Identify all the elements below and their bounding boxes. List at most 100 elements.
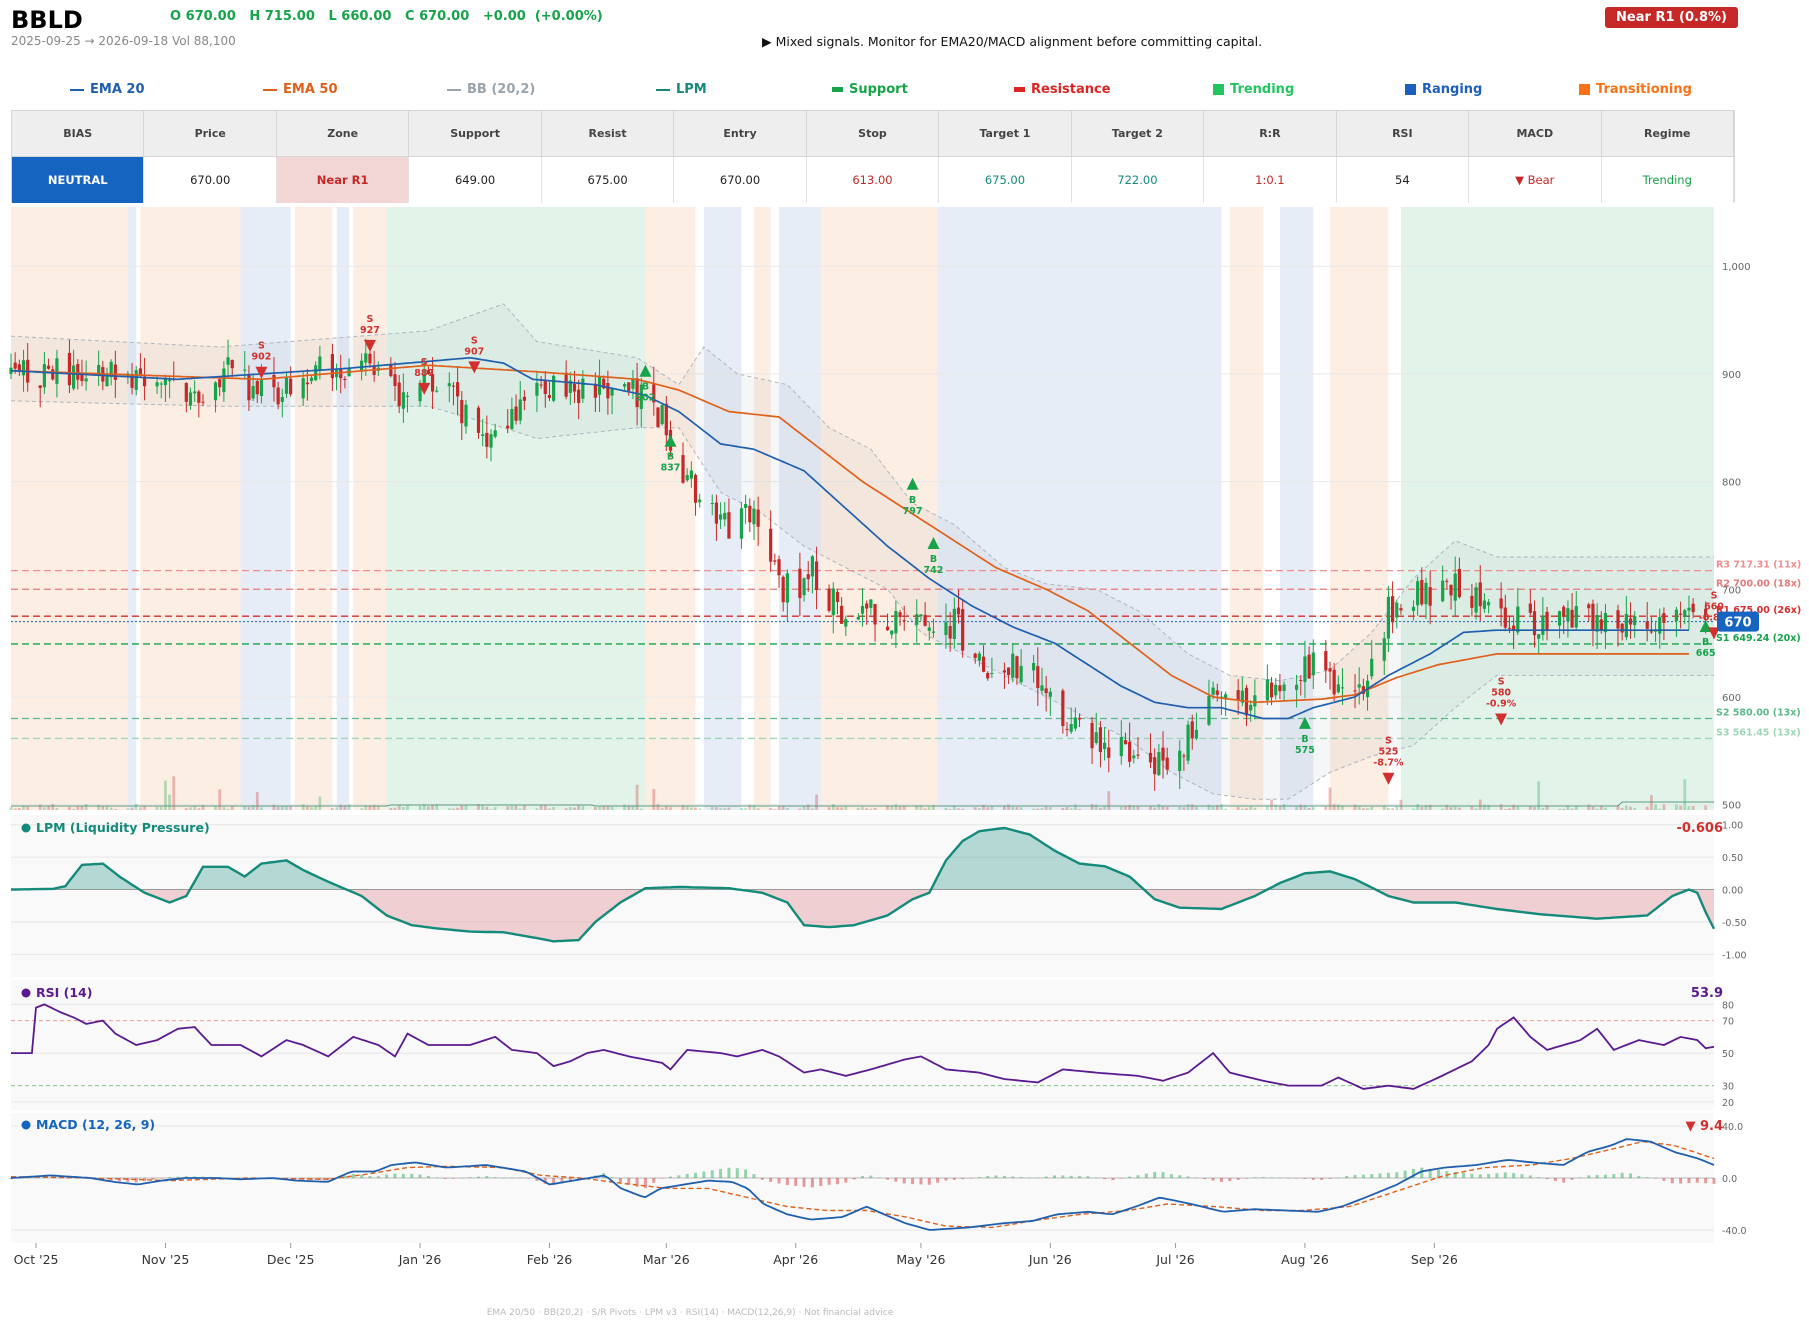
volume-bar — [360, 808, 364, 810]
candle-body — [919, 614, 923, 617]
candle-body — [894, 611, 898, 634]
volume-bar — [1090, 804, 1094, 810]
candle-body — [1545, 611, 1549, 630]
candle-body — [689, 470, 693, 479]
volume-bar — [1094, 804, 1098, 810]
legend-swatch — [1579, 84, 1590, 95]
candle-body — [581, 378, 585, 399]
legend-item-trending[interactable]: Trending — [1213, 82, 1294, 97]
candle-body — [21, 360, 26, 376]
legend-item-resistance[interactable]: Resistance — [1014, 82, 1111, 97]
macd-histogram-bar — [1253, 1177, 1257, 1178]
candle-body — [372, 366, 376, 375]
candle-body — [1445, 580, 1449, 582]
candle-body — [622, 384, 627, 387]
volume-bar — [197, 808, 201, 810]
macd-histogram-bar — [677, 1175, 681, 1178]
candle-body — [539, 384, 543, 386]
macd-histogram-bar — [1361, 1174, 1365, 1178]
macd-tick-label: 40.0 — [1722, 1122, 1743, 1133]
volume-bar — [1457, 807, 1461, 810]
volume-bar — [1341, 806, 1344, 810]
candle-body — [343, 378, 347, 380]
legend-item-ema-50[interactable]: EMA 50 — [263, 82, 338, 97]
volume-bar — [756, 808, 760, 810]
candle-body — [810, 556, 815, 577]
macd-histogram-bar — [952, 1178, 956, 1180]
candle-body — [314, 365, 318, 381]
candle-body — [222, 368, 226, 393]
macd-histogram-bar — [668, 1176, 672, 1178]
volume-bar — [159, 806, 163, 810]
candle-body — [1474, 587, 1478, 613]
candle-body — [230, 359, 234, 369]
volume-bar — [573, 807, 576, 810]
legend-item-support[interactable]: Support — [832, 82, 908, 97]
macd-histogram-bar — [1654, 1178, 1658, 1179]
volume-bar — [1353, 804, 1357, 810]
macd-histogram-bar — [493, 1177, 497, 1178]
table-cell-resist: 675.00 — [541, 157, 675, 203]
table-header-entry: Entry — [674, 111, 807, 157]
volume-bar — [1599, 806, 1603, 810]
regime-band-ranging — [127, 207, 137, 810]
volume-bar — [1620, 807, 1624, 810]
legend-item-bb-20-2[interactable]: BB (20,2) — [447, 82, 535, 97]
candle-body — [1094, 732, 1098, 743]
candle-body — [272, 374, 276, 388]
volume-bar — [811, 808, 814, 810]
macd-histogram-bar — [1637, 1175, 1641, 1178]
chart-legend: EMA 20 EMA 50 BB (20,2) LPM Support Resistanc… — [0, 82, 1740, 102]
candle-body — [489, 434, 493, 448]
volume-bar — [1562, 808, 1566, 810]
volume-bar — [1370, 806, 1374, 810]
candle-body — [305, 382, 309, 385]
candle-body — [1249, 704, 1253, 711]
macd-histogram-bar — [777, 1178, 781, 1184]
macd-current-value: ▼ 9.4 — [1685, 1119, 1723, 1134]
x-tick-label: Dec '25 — [267, 1252, 315, 1267]
volume-bar — [1587, 804, 1591, 810]
volume-bar — [339, 804, 343, 810]
volume-bar — [698, 808, 702, 810]
candle-body — [1599, 619, 1603, 631]
zone-badge: Near R1 (0.8%) — [1605, 7, 1738, 28]
legend-item-transitioning[interactable]: Transitioning — [1579, 82, 1692, 97]
candle-body — [627, 382, 631, 391]
signal-label: 887 — [414, 368, 434, 379]
macd-histogram-bar — [1203, 1178, 1207, 1180]
candle-body — [827, 588, 831, 611]
volume-bar — [255, 791, 259, 810]
volume-bar — [1604, 807, 1607, 810]
candle-body — [973, 653, 977, 658]
macd-histogram-bar — [911, 1178, 915, 1185]
macd-histogram-bar — [1236, 1178, 1240, 1180]
macd-histogram-bar — [443, 1178, 447, 1179]
legend-item-lpm[interactable]: LPM — [656, 82, 707, 97]
legend-item-ema-20[interactable]: EMA 20 — [70, 82, 145, 97]
candle-body — [113, 364, 117, 380]
macd-histogram-bar — [1194, 1177, 1198, 1179]
candle-body — [777, 559, 781, 576]
volume-bar — [1149, 806, 1152, 810]
macd-histogram-bar — [1278, 1177, 1282, 1179]
macd-dot-icon — [21, 1120, 31, 1130]
candle-body — [1528, 603, 1532, 613]
macd-histogram-bar — [1679, 1178, 1683, 1184]
volume-bar — [844, 806, 848, 810]
legend-item-ranging[interactable]: Ranging — [1405, 82, 1482, 97]
volume-bar — [1207, 804, 1211, 810]
candle-body — [1207, 695, 1211, 725]
volume-bar — [84, 804, 88, 810]
volume-bar — [831, 804, 835, 810]
volume-bar — [447, 808, 451, 810]
candle-body — [435, 390, 439, 392]
candle-body — [835, 591, 840, 603]
signal-label: B — [1301, 734, 1308, 745]
macd-histogram-bar — [919, 1178, 923, 1185]
macd-histogram-bar — [819, 1178, 823, 1187]
macd-histogram-bar — [1036, 1177, 1040, 1179]
candle-body — [184, 383, 188, 402]
table-cell-rsi: 54 — [1336, 157, 1470, 203]
volume-bar — [977, 808, 981, 810]
